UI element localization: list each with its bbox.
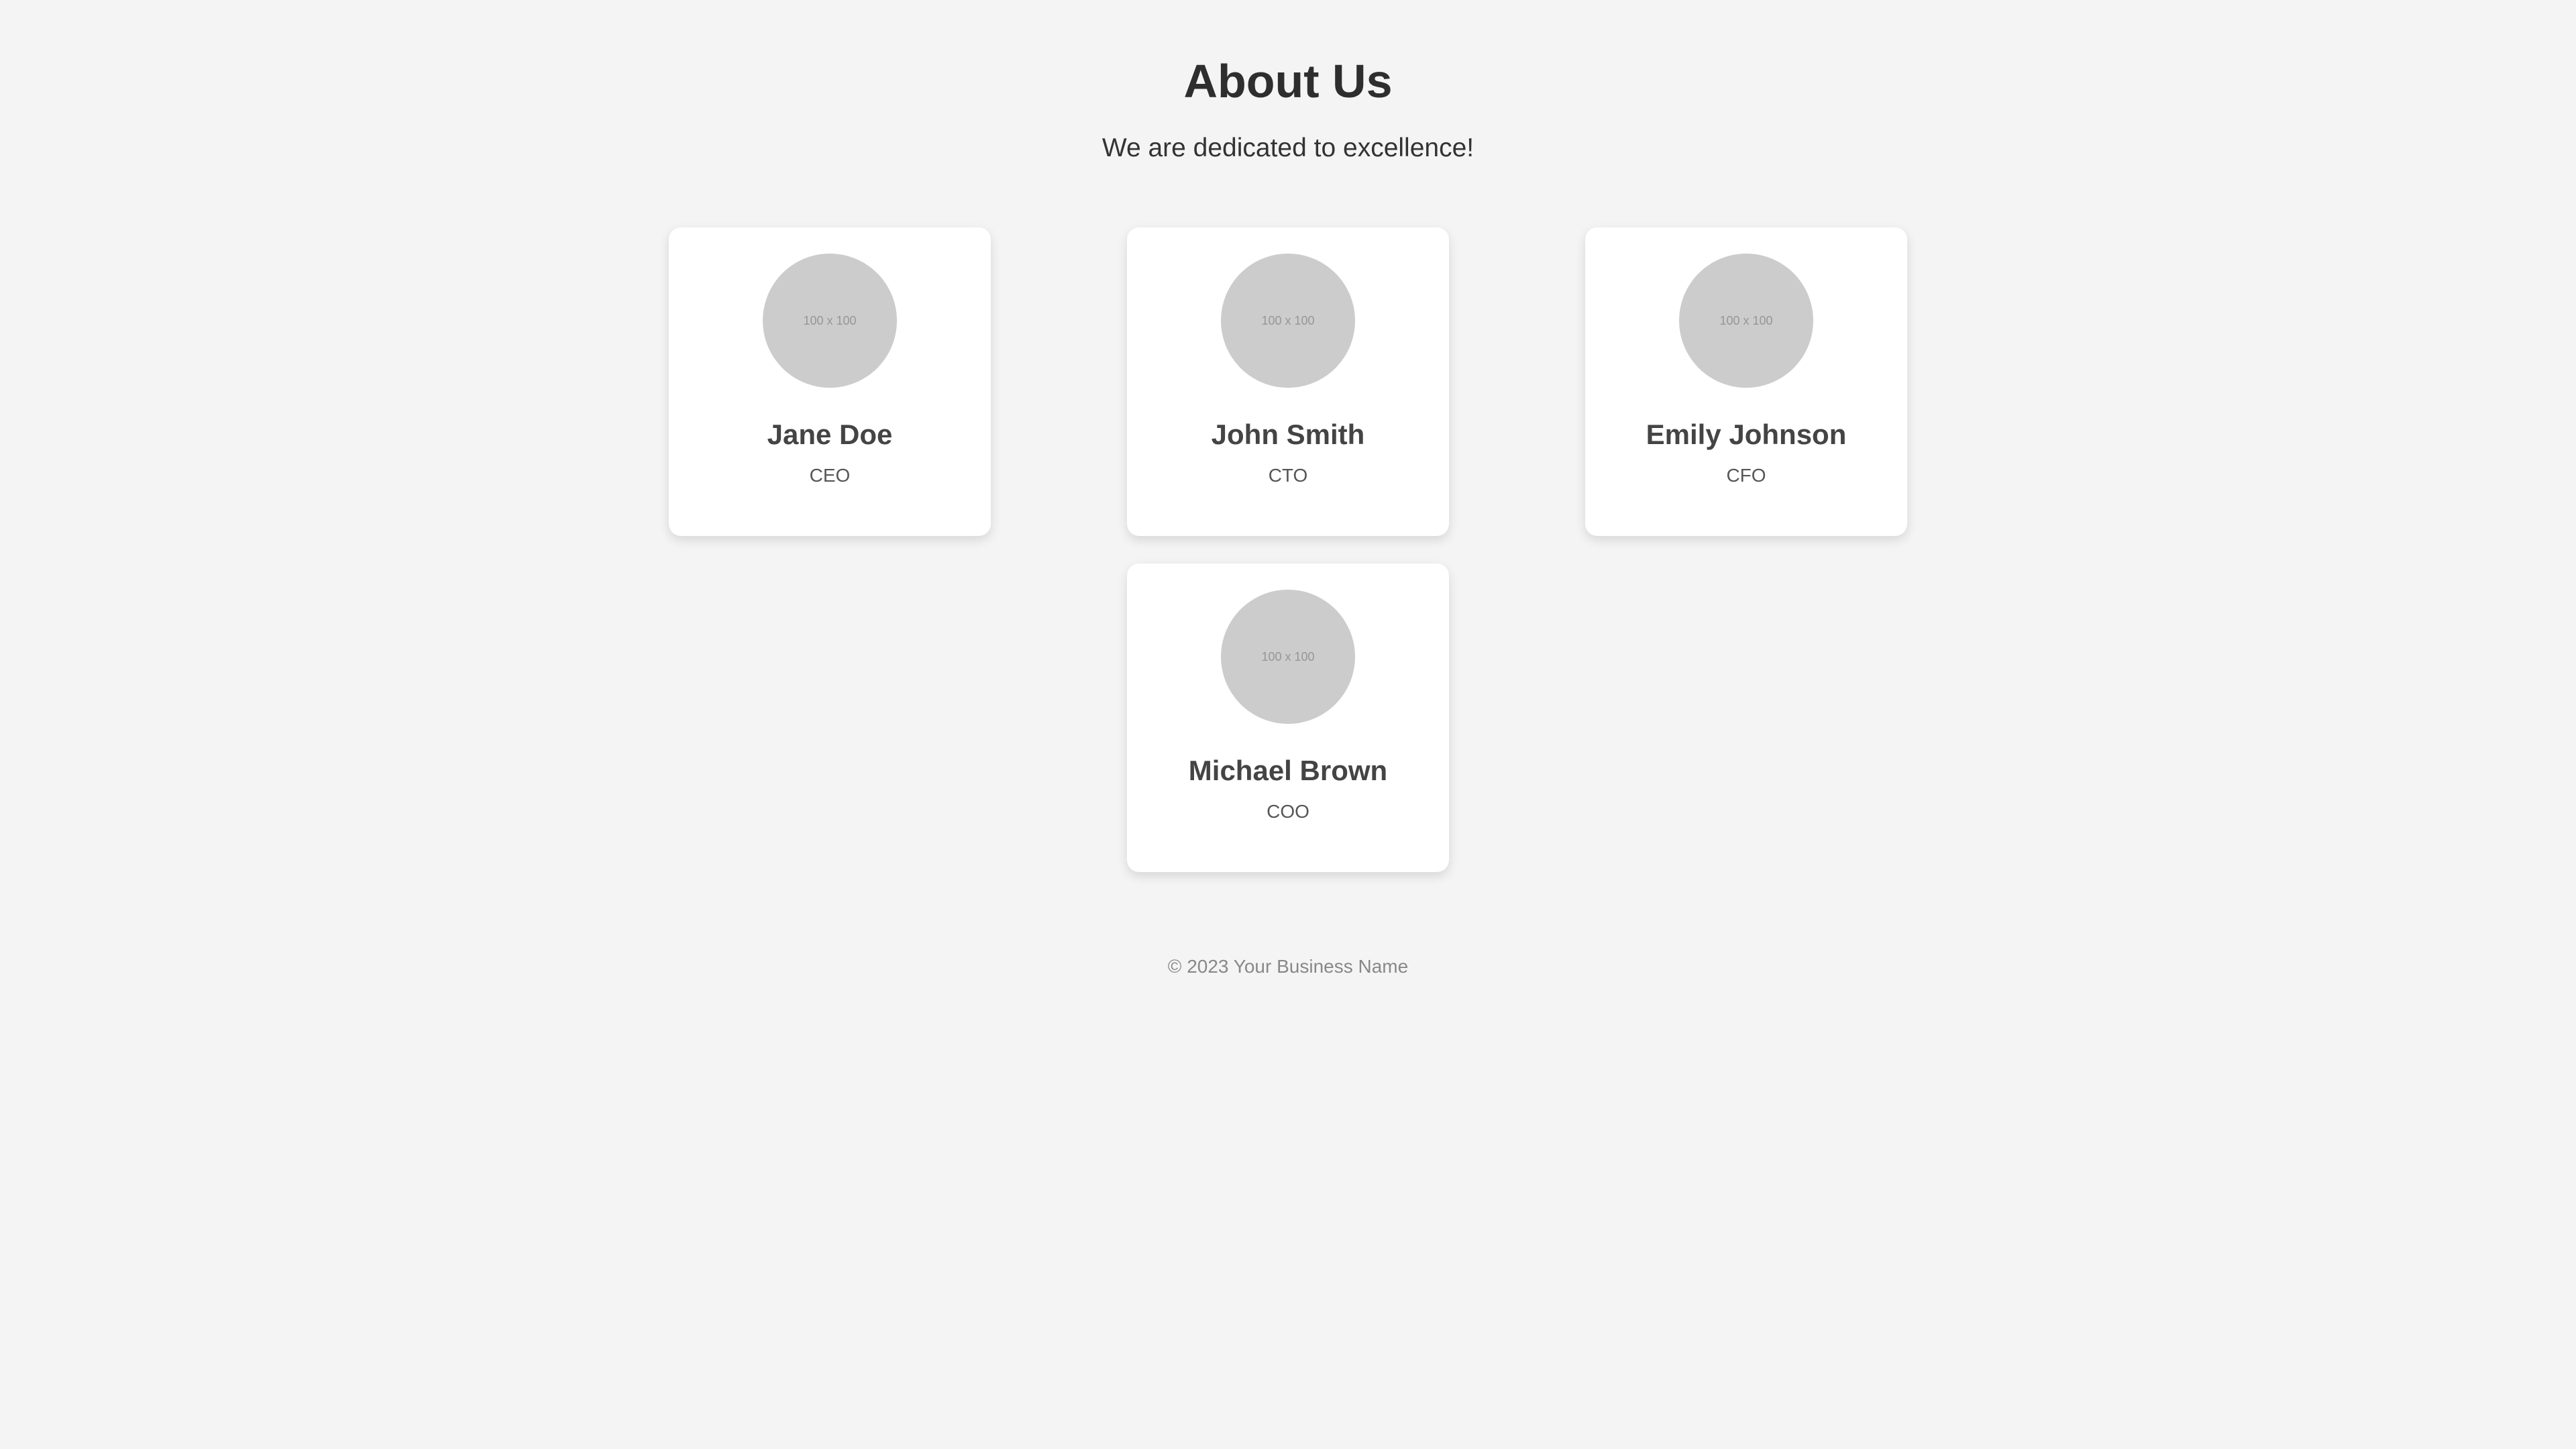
avatar: 100 x 100 — [763, 254, 897, 388]
avatar-placeholder-label: 100 x 100 — [1261, 649, 1315, 663]
footer-copyright: © 2023 Your Business Name — [1167, 956, 1409, 977]
avatar-placeholder-label: 100 x 100 — [803, 313, 857, 327]
team-card-emily-johnson: 100 x 100 Emily Johnson CFO — [1585, 227, 1907, 536]
avatar: 100 x 100 — [1679, 254, 1813, 388]
avatar: 100 x 100 — [1221, 590, 1355, 724]
team-card-john-smith: 100 x 100 John Smith CTO — [1127, 227, 1449, 536]
member-name: John Smith — [1211, 419, 1365, 450]
avatar-placeholder-label: 100 x 100 — [1261, 313, 1315, 327]
member-role: CFO — [1726, 465, 1766, 486]
member-role: CEO — [809, 465, 851, 486]
team-card-michael-brown: 100 x 100 Michael Brown COO — [1127, 564, 1449, 872]
avatar-placeholder-label: 100 x 100 — [1719, 313, 1773, 327]
page-title: About Us — [1183, 55, 1393, 107]
member-name: Jane Doe — [767, 419, 893, 450]
avatar: 100 x 100 — [1221, 254, 1355, 388]
member-name: Emily Johnson — [1646, 419, 1847, 450]
page-tagline: We are dedicated to excellence! — [1102, 133, 1474, 162]
member-name: Michael Brown — [1188, 755, 1388, 786]
team-card-jane-doe: 100 x 100 Jane Doe CEO — [669, 227, 991, 536]
member-role: CTO — [1268, 465, 1308, 486]
member-role: COO — [1267, 801, 1309, 822]
